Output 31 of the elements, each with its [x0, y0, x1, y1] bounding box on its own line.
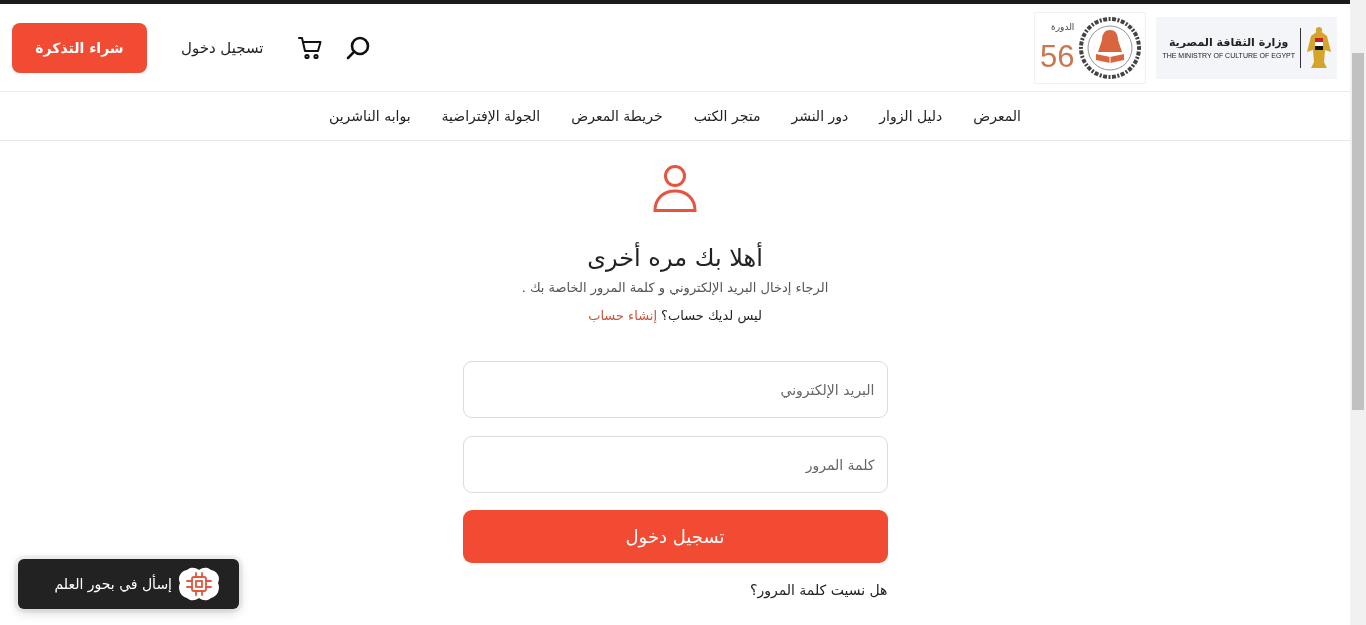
search-button[interactable]	[345, 35, 370, 60]
edition-caption: الدورة	[1051, 23, 1075, 33]
login-instructions: الرجاء إدخال البريد الإلكتروني و كلمة المرور الخاصة بك .	[521, 279, 829, 298]
search-icon	[345, 35, 370, 60]
signup-prompt: ليس لديك حساب؟	[661, 307, 762, 326]
nav-link[interactable]: متجر الكتب	[693, 108, 761, 124]
user-icon	[651, 164, 699, 212]
login-button[interactable]: تسجيل دخول	[462, 510, 888, 563]
forgot-password-link[interactable]: هل نسيت كلمة المرور؟	[749, 582, 888, 598]
welcome-title: أهلا بك مره أخرى	[587, 242, 763, 274]
edition-number: 56	[1039, 40, 1075, 72]
nav-link[interactable]: المعرض	[973, 108, 1021, 124]
nav-link[interactable]: الجولة الإفتراضية	[441, 108, 541, 124]
password-field[interactable]: كلمة المرور	[462, 436, 888, 493]
email-field[interactable]: البريد الإلكتروني	[462, 361, 888, 418]
nav-link[interactable]: دليل الزوار	[879, 108, 943, 124]
nav-link[interactable]: دور النشر	[791, 108, 849, 124]
scrollbar-thumb[interactable]	[1352, 53, 1364, 410]
signup-link[interactable]: إنشاء حساب	[588, 306, 658, 326]
chip-icon	[177, 566, 221, 602]
nav-link[interactable]: بوابه الناشرين	[329, 108, 411, 124]
crest-icon	[1306, 25, 1332, 70]
scrollbar-track[interactable]	[1350, 0, 1366, 625]
cart-icon	[297, 35, 322, 60]
round-emblem-icon	[1078, 15, 1143, 80]
chat-button[interactable]: إسأل في بحور العلم	[18, 559, 239, 609]
login-link[interactable]: تسجيل دخول	[181, 38, 264, 57]
nav-link[interactable]: خريطة المعرض	[571, 108, 663, 124]
cart-button[interactable]	[297, 35, 322, 60]
buy-ticket-button[interactable]: شراء التذكرة	[12, 22, 147, 73]
ministry-name: وزارة الثقافة المصرية	[1168, 35, 1289, 49]
